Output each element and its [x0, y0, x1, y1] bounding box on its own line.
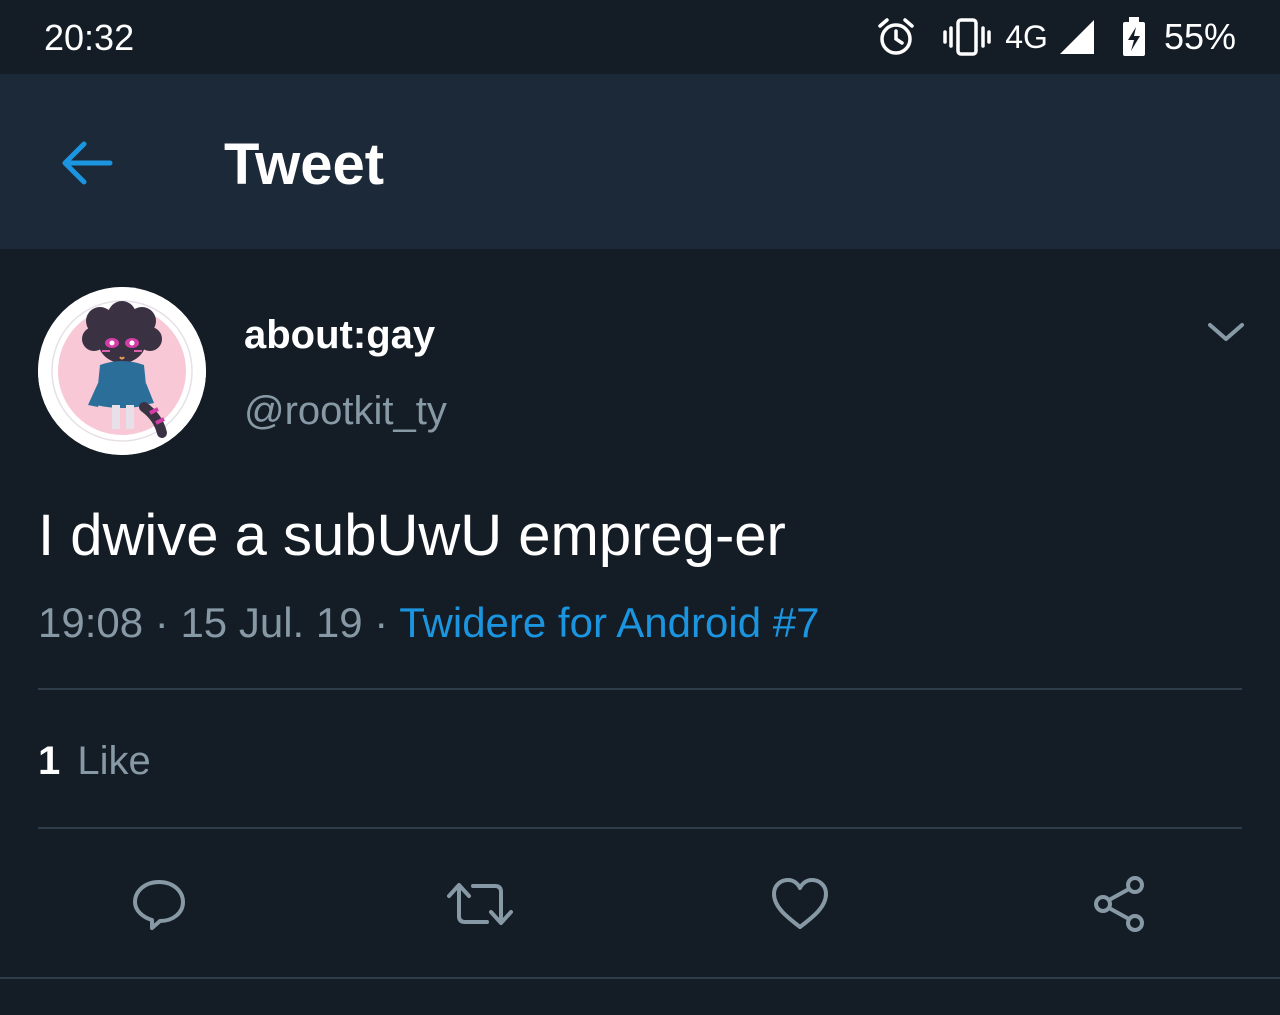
status-bar: 20:32 4G 55%	[0, 0, 1280, 74]
vibrate-icon	[943, 18, 991, 56]
tweet-source-link[interactable]: Twidere for Android #7	[399, 599, 819, 646]
alarm-icon	[878, 18, 914, 55]
tweet-date: 15 Jul. 19	[180, 599, 363, 646]
tweet-time: 19:08	[38, 599, 144, 646]
like-button[interactable]	[765, 869, 835, 939]
tweet-actions	[0, 829, 1280, 977]
reply-button[interactable]	[124, 869, 194, 939]
tweet-meta: 19:08 · 15 Jul. 19 · Twidere for Android…	[38, 599, 819, 647]
like-label: Like	[77, 739, 151, 783]
avatar[interactable]	[38, 287, 206, 455]
back-button[interactable]	[52, 128, 122, 198]
share-button[interactable]	[1085, 869, 1155, 939]
likes-stat[interactable]: 1 Like	[38, 739, 151, 784]
meta-separator: ·	[374, 599, 389, 646]
avatar-image	[38, 287, 206, 455]
tweet-text: I dwive a subUwU empreg-er	[38, 503, 786, 568]
status-time: 20:32	[44, 17, 135, 58]
chevron-down-icon	[1208, 323, 1244, 341]
network-type: 4G	[1005, 18, 1048, 55]
arrow-left-icon	[62, 141, 113, 185]
retweet-button[interactable]	[445, 869, 515, 939]
battery-percent: 55%	[1163, 16, 1236, 57]
divider	[38, 688, 1242, 690]
display-name[interactable]: about:gay	[244, 313, 435, 358]
status-icons: 4G 55%	[875, 14, 1236, 60]
signal-icon	[1059, 20, 1094, 54]
retweet-icon	[447, 883, 513, 925]
like-count: 1	[38, 739, 61, 783]
tweet-menu-button[interactable]	[1204, 317, 1248, 347]
reply-icon	[133, 880, 185, 930]
tweet-detail: about:gay @rootkit_ty I dwive a subUwU e…	[0, 249, 1280, 1015]
user-handle[interactable]: @rootkit_ty	[244, 389, 447, 434]
app-bar: Tweet	[0, 74, 1280, 249]
share-icon	[1094, 876, 1144, 932]
page-title: Tweet	[224, 132, 385, 197]
like-icon	[772, 878, 828, 929]
battery-charging-icon	[1122, 17, 1145, 56]
meta-separator: ·	[154, 599, 169, 646]
divider	[0, 977, 1280, 979]
